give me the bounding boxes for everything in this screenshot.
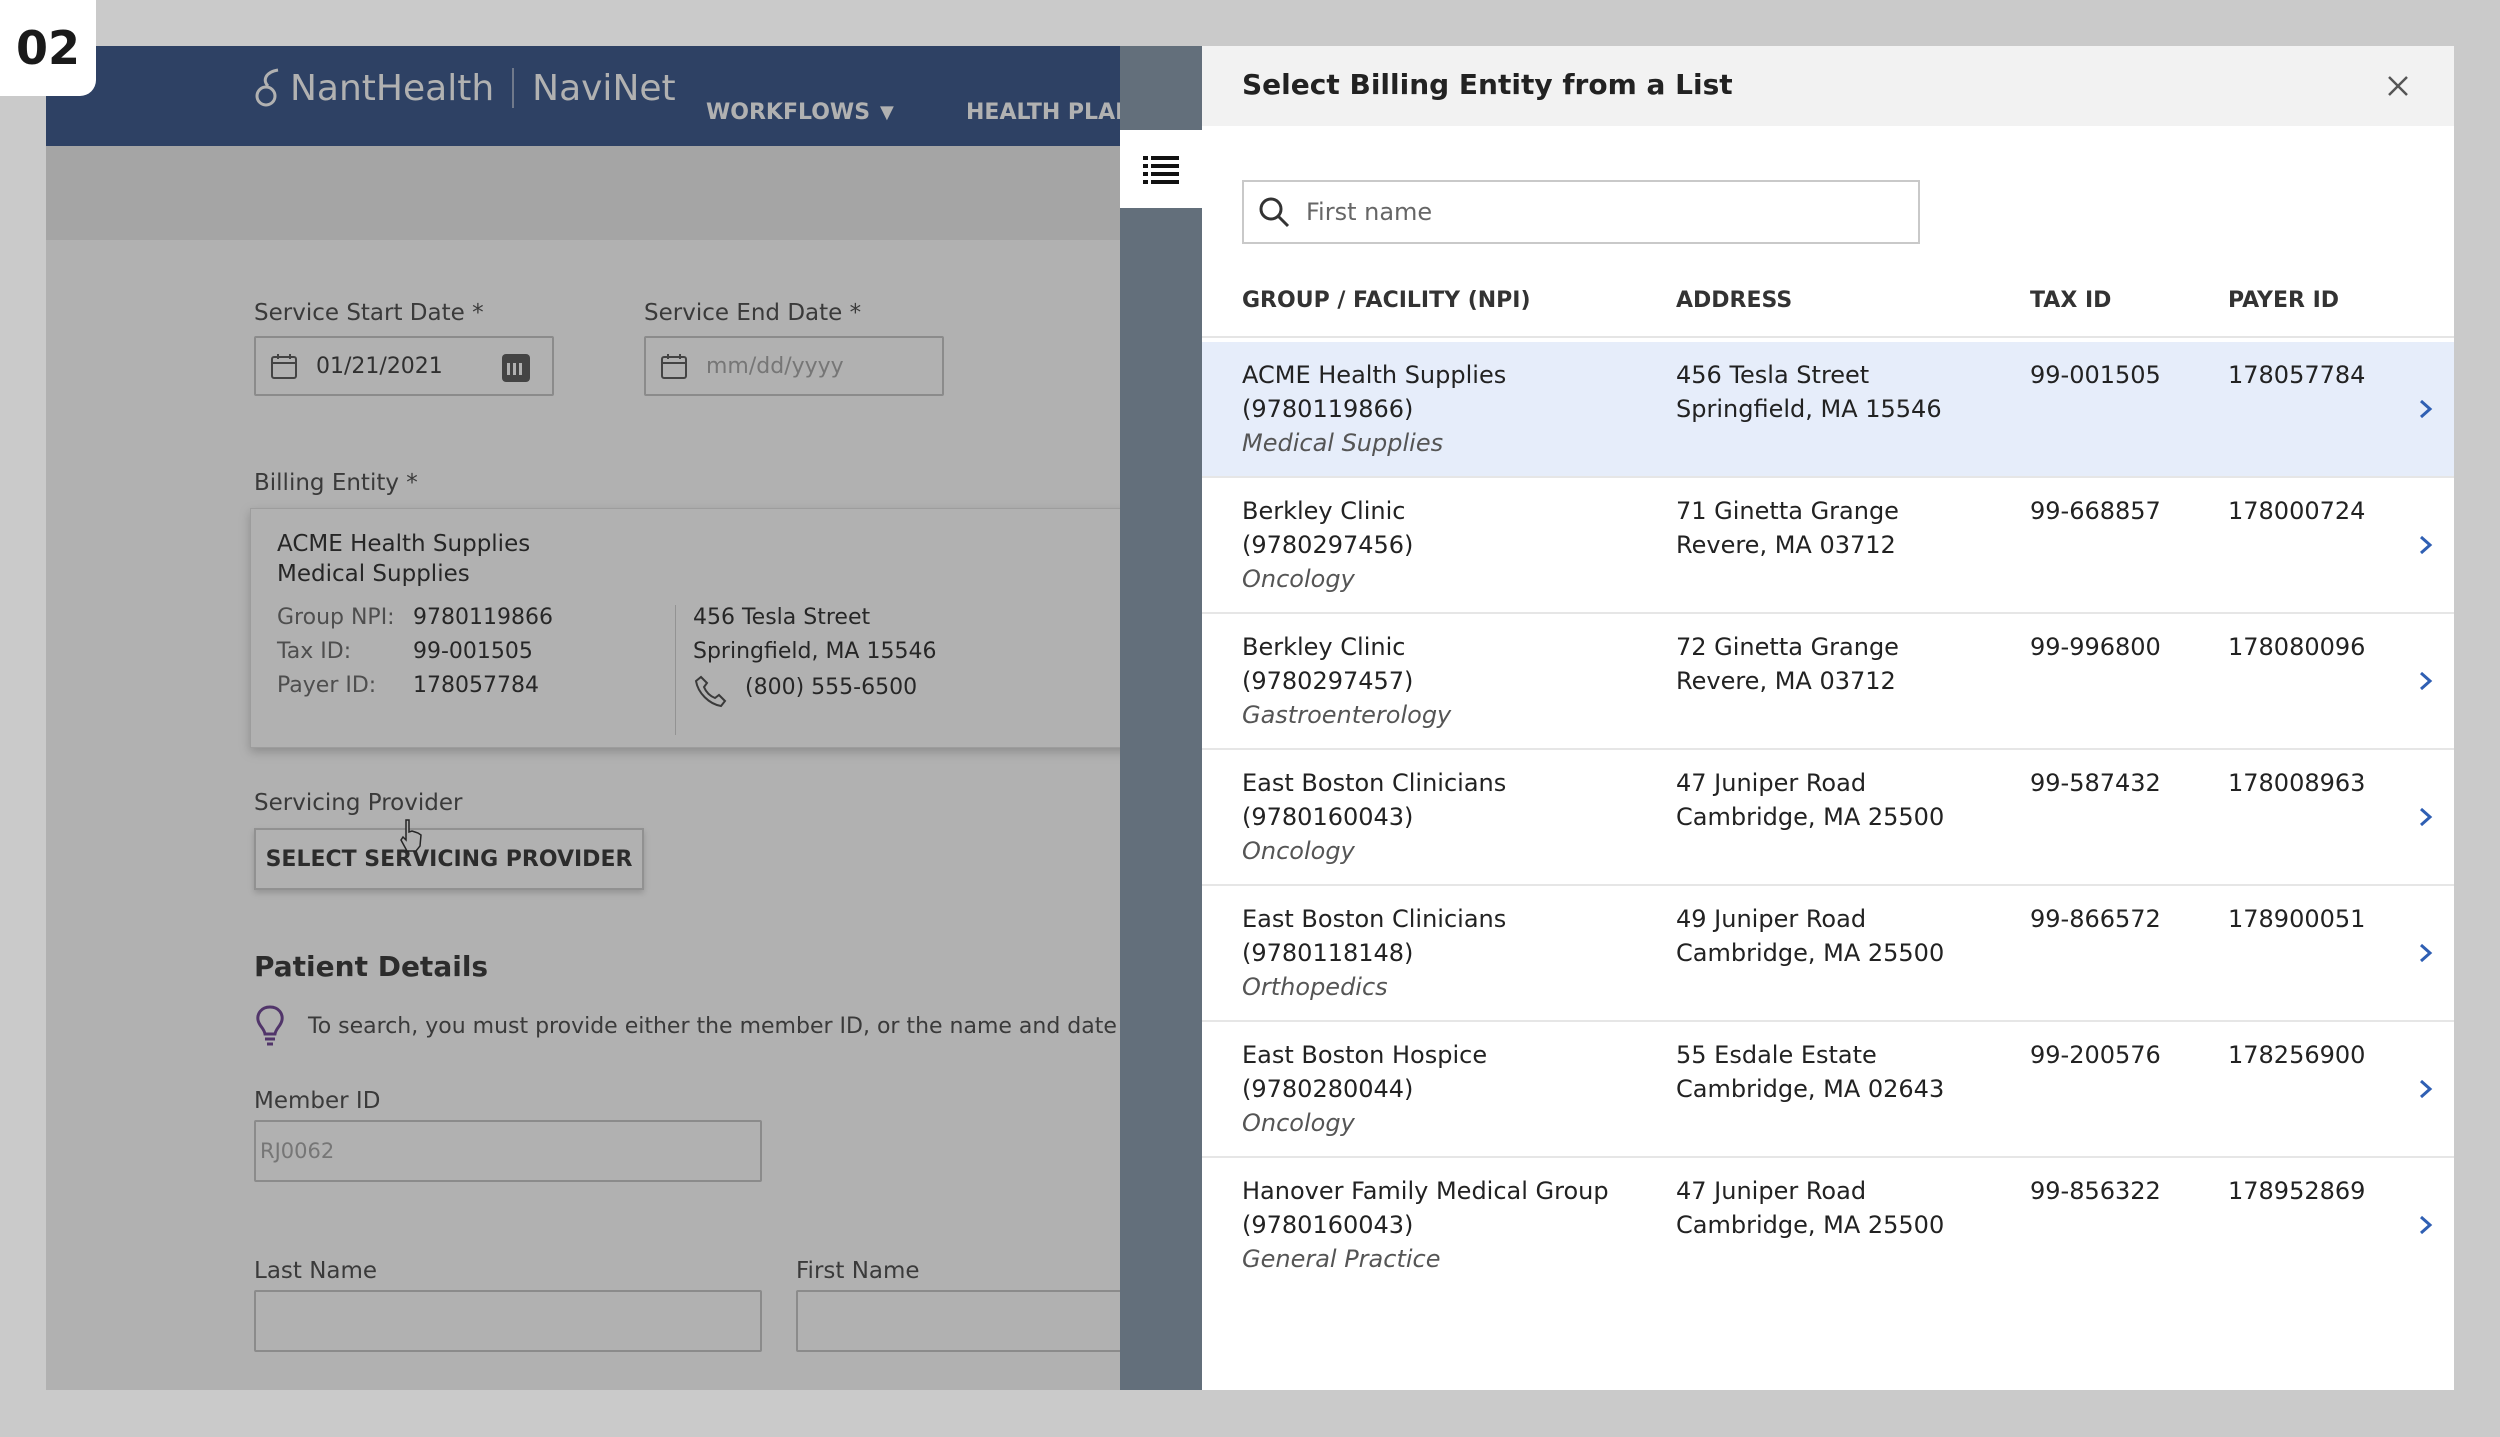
payer-id-cell: 178008963 bbox=[2228, 769, 2366, 797]
modal-backdrop[interactable] bbox=[46, 46, 1166, 1390]
group-name: Berkley Clinic bbox=[1242, 633, 1406, 661]
tax-id-cell: 99-587432 bbox=[2030, 769, 2161, 797]
address-street: 72 Ginetta Grange bbox=[1676, 633, 1899, 661]
chevron-right-icon[interactable] bbox=[2414, 666, 2438, 696]
table-header: GROUP / FACILITY (NPI) ADDRESS TAX ID PA… bbox=[1202, 288, 2454, 338]
billing-entity-panel: Select Billing Entity from a List GROUP … bbox=[1202, 46, 2454, 1390]
address-city: Revere, MA 03712 bbox=[1676, 531, 1896, 559]
address-cell: 47 Juniper Road Cambridge, MA 25500 bbox=[1676, 766, 1944, 834]
address-street: 55 Esdale Estate bbox=[1676, 1041, 1877, 1069]
tax-id-cell: 99-200576 bbox=[2030, 1041, 2161, 1069]
table-row[interactable]: Berkley Clinic (9780297456) Oncology 71 … bbox=[1202, 478, 2454, 614]
search-field[interactable] bbox=[1242, 180, 1920, 244]
group-specialty: General Practice bbox=[1242, 1245, 1441, 1273]
group-specialty: Medical Supplies bbox=[1242, 429, 1444, 457]
address-cell: 71 Ginetta Grange Revere, MA 03712 bbox=[1676, 494, 1899, 562]
column-tax-id[interactable]: TAX ID bbox=[2030, 288, 2111, 313]
search-icon bbox=[1259, 197, 1290, 228]
group-npi: (9780118148) bbox=[1242, 939, 1414, 967]
group-cell: Hanover Family Medical Group (9780160043… bbox=[1242, 1174, 1609, 1276]
group-specialty: Orthopedics bbox=[1242, 973, 1388, 1001]
list-icon bbox=[1143, 156, 1179, 184]
group-name: Hanover Family Medical Group bbox=[1242, 1177, 1609, 1205]
group-specialty: Oncology bbox=[1242, 837, 1355, 865]
billing-entity-list: ACME Health Supplies (9780119866) Medica… bbox=[1202, 342, 2454, 1294]
address-cell: 55 Esdale Estate Cambridge, MA 02643 bbox=[1676, 1038, 1944, 1106]
group-name: ACME Health Supplies bbox=[1242, 361, 1507, 389]
address-street: 71 Ginetta Grange bbox=[1676, 497, 1899, 525]
address-city: Revere, MA 03712 bbox=[1676, 667, 1896, 695]
tax-id-cell: 99-866572 bbox=[2030, 905, 2161, 933]
column-address[interactable]: ADDRESS bbox=[1676, 288, 1792, 313]
group-npi: (9780297457) bbox=[1242, 667, 1414, 695]
payer-id-cell: 178256900 bbox=[2228, 1041, 2366, 1069]
chevron-right-icon[interactable] bbox=[2414, 938, 2438, 968]
search-input[interactable] bbox=[1306, 198, 1906, 226]
address-street: 47 Juniper Road bbox=[1676, 769, 1867, 797]
tax-id-cell: 99-668857 bbox=[2030, 497, 2161, 525]
table-row[interactable]: East Boston Clinicians (9780118148) Orth… bbox=[1202, 886, 2454, 1022]
address-street: 47 Juniper Road bbox=[1676, 1177, 1867, 1205]
column-payer-id[interactable]: PAYER ID bbox=[2228, 288, 2339, 313]
group-npi: (9780160043) bbox=[1242, 1211, 1414, 1239]
group-cell: East Boston Clinicians (9780118148) Orth… bbox=[1242, 902, 1506, 1004]
step-number-badge: 02 bbox=[0, 0, 96, 96]
group-specialty: Oncology bbox=[1242, 1109, 1355, 1137]
table-row[interactable]: East Boston Clinicians (9780160043) Onco… bbox=[1202, 750, 2454, 886]
address-city: Cambridge, MA 25500 bbox=[1676, 803, 1945, 831]
table-row[interactable]: East Boston Hospice (9780280044) Oncolog… bbox=[1202, 1022, 2454, 1158]
payer-id-cell: 178952869 bbox=[2228, 1177, 2366, 1205]
address-street: 456 Tesla Street bbox=[1676, 361, 1870, 389]
close-button[interactable] bbox=[2380, 68, 2416, 104]
group-cell: Berkley Clinic (9780297457) Gastroentero… bbox=[1242, 630, 1451, 732]
payer-id-cell: 178900051 bbox=[2228, 905, 2366, 933]
group-name: East Boston Clinicians bbox=[1242, 905, 1507, 933]
tax-id-cell: 99-856322 bbox=[2030, 1177, 2161, 1205]
panel-gutter bbox=[1120, 46, 1202, 1390]
chevron-right-icon[interactable] bbox=[2414, 1210, 2438, 1240]
address-cell: 72 Ginetta Grange Revere, MA 03712 bbox=[1676, 630, 1899, 698]
group-npi: (9780160043) bbox=[1242, 803, 1414, 831]
group-cell: East Boston Clinicians (9780160043) Onco… bbox=[1242, 766, 1506, 868]
close-icon bbox=[2388, 76, 2408, 96]
address-cell: 456 Tesla Street Springfield, MA 15546 bbox=[1676, 358, 1942, 426]
panel-title: Select Billing Entity from a List bbox=[1242, 68, 1733, 101]
group-name: East Boston Hospice bbox=[1242, 1041, 1488, 1069]
address-street: 49 Juniper Road bbox=[1676, 905, 1867, 933]
group-specialty: Gastroenterology bbox=[1242, 701, 1452, 729]
chevron-right-icon[interactable] bbox=[2414, 394, 2438, 424]
group-cell: Berkley Clinic (9780297456) Oncology bbox=[1242, 494, 1413, 596]
chevron-right-icon[interactable] bbox=[2414, 802, 2438, 832]
group-name: Berkley Clinic bbox=[1242, 497, 1406, 525]
tax-id-cell: 99-001505 bbox=[2030, 361, 2161, 389]
group-cell: East Boston Hospice (9780280044) Oncolog… bbox=[1242, 1038, 1487, 1140]
table-row[interactable]: ACME Health Supplies (9780119866) Medica… bbox=[1202, 342, 2454, 478]
address-city: Cambridge, MA 25500 bbox=[1676, 1211, 1945, 1239]
column-group-facility[interactable]: GROUP / FACILITY (NPI) bbox=[1242, 288, 1531, 313]
payer-id-cell: 178000724 bbox=[2228, 497, 2366, 525]
group-specialty: Oncology bbox=[1242, 565, 1355, 593]
group-name: East Boston Clinicians bbox=[1242, 769, 1507, 797]
address-city: Springfield, MA 15546 bbox=[1676, 395, 1942, 423]
chevron-right-icon[interactable] bbox=[2414, 530, 2438, 560]
address-city: Cambridge, MA 02643 bbox=[1676, 1075, 1945, 1103]
group-npi: (9780119866) bbox=[1242, 395, 1414, 423]
address-city: Cambridge, MA 25500 bbox=[1676, 939, 1945, 967]
table-row[interactable]: Hanover Family Medical Group (9780160043… bbox=[1202, 1158, 2454, 1294]
tax-id-cell: 99-996800 bbox=[2030, 633, 2161, 661]
group-npi: (9780297456) bbox=[1242, 531, 1414, 559]
app-page: NantHealth NaviNet WORKFLOWS ▼ HEALTH PL… bbox=[46, 46, 1176, 1390]
table-row[interactable]: Berkley Clinic (9780297457) Gastroentero… bbox=[1202, 614, 2454, 750]
screenshot-frame: NantHealth NaviNet WORKFLOWS ▼ HEALTH PL… bbox=[46, 46, 2454, 1390]
address-cell: 47 Juniper Road Cambridge, MA 25500 bbox=[1676, 1174, 1944, 1242]
chevron-right-icon[interactable] bbox=[2414, 1074, 2438, 1104]
address-cell: 49 Juniper Road Cambridge, MA 25500 bbox=[1676, 902, 1944, 970]
list-view-tab[interactable] bbox=[1120, 130, 1202, 208]
payer-id-cell: 178057784 bbox=[2228, 361, 2366, 389]
panel-header: Select Billing Entity from a List bbox=[1202, 46, 2454, 126]
payer-id-cell: 178080096 bbox=[2228, 633, 2366, 661]
group-cell: ACME Health Supplies (9780119866) Medica… bbox=[1242, 358, 1506, 460]
group-npi: (9780280044) bbox=[1242, 1075, 1414, 1103]
